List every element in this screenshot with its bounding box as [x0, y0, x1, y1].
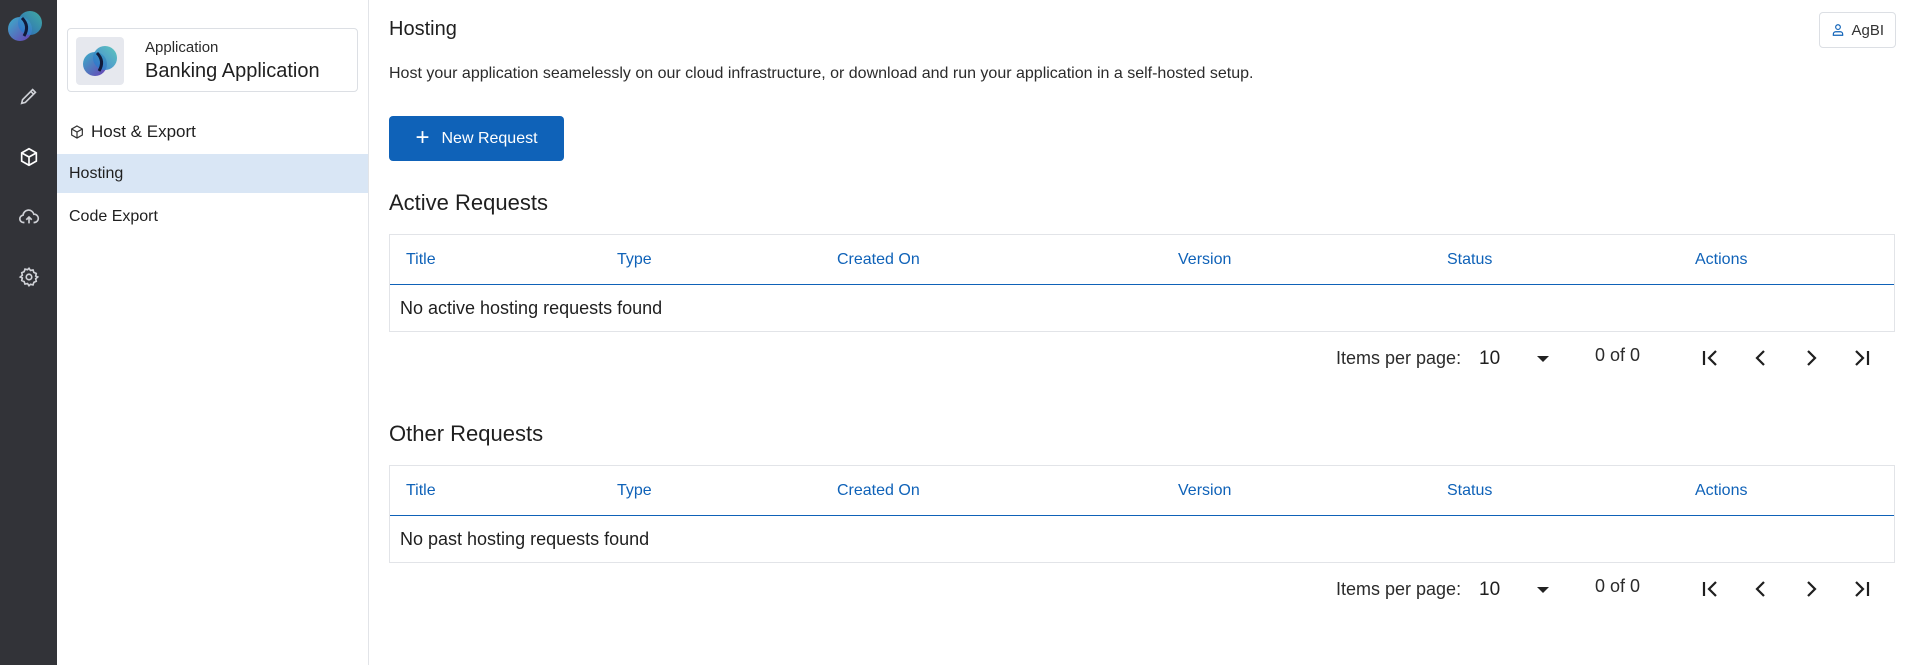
other-paginator: Items per page: 10 0 of 0: [389, 569, 1895, 609]
empty-message: No active hosting requests found: [400, 297, 663, 318]
column-created-on[interactable]: Created On: [837, 251, 920, 269]
new-request-button[interactable]: + New Request: [389, 116, 564, 161]
column-title[interactable]: Title: [406, 251, 436, 269]
section-label: Host & Export: [91, 122, 196, 141]
plus-icon: +: [415, 123, 430, 151]
other-requests-title: Other Requests: [389, 421, 544, 446]
next-page-icon[interactable]: [1791, 338, 1831, 378]
items-per-page-label: Items per page:: [1336, 348, 1462, 368]
column-type[interactable]: Type: [617, 482, 652, 500]
app-card[interactable]: Application Banking Application: [67, 28, 358, 92]
side-panel: Application Banking Application Host & E…: [57, 0, 369, 665]
previous-page-icon[interactable]: [1741, 338, 1781, 378]
section-host-export: Host & Export: [69, 122, 196, 142]
first-page-icon[interactable]: [1691, 338, 1731, 378]
column-type[interactable]: Type: [617, 251, 652, 269]
table-header: Title Type Created On Version Status Act…: [390, 235, 1894, 285]
cloud-upload-icon[interactable]: [9, 197, 49, 237]
items-per-page-select[interactable]: 10: [1479, 573, 1559, 605]
page-range: 0 of 0: [1595, 345, 1641, 365]
user-menu-button[interactable]: AgBI: [1819, 12, 1896, 48]
last-page-icon[interactable]: [1841, 338, 1881, 378]
column-status[interactable]: Status: [1447, 251, 1492, 269]
column-title[interactable]: Title: [406, 482, 436, 500]
user-name: AgBI: [1851, 21, 1884, 39]
page-range: 0 of 0: [1595, 576, 1641, 596]
column-created-on[interactable]: Created On: [837, 482, 920, 500]
page-title: Hosting: [389, 18, 457, 40]
column-actions[interactable]: Actions: [1695, 482, 1747, 500]
table-header: Title Type Created On Version Status Act…: [390, 466, 1894, 516]
sidebar-item-label: Hosting: [69, 164, 124, 182]
cube-icon: [71, 125, 83, 139]
gear-icon[interactable]: [9, 257, 49, 297]
items-per-page-value: 10: [1479, 579, 1501, 600]
items-per-page-label: Items per page:: [1336, 579, 1462, 599]
new-request-label: New Request: [441, 129, 538, 147]
previous-page-icon[interactable]: [1741, 569, 1781, 609]
active-requests-title: Active Requests: [389, 190, 548, 215]
active-paginator: Items per page: 10 0 of 0: [389, 338, 1895, 378]
column-actions[interactable]: Actions: [1695, 251, 1747, 269]
other-requests-table: Title Type Created On Version Status Act…: [389, 465, 1895, 563]
next-page-icon[interactable]: [1791, 569, 1831, 609]
sidebar-item-label: Code Export: [69, 207, 158, 225]
column-version[interactable]: Version: [1178, 482, 1231, 500]
cube-icon[interactable]: [9, 137, 49, 177]
caret-down-icon: [1537, 356, 1549, 362]
icon-rail: [0, 0, 57, 665]
last-page-icon[interactable]: [1841, 569, 1881, 609]
pencil-icon[interactable]: [9, 76, 49, 116]
sidebar-item-hosting[interactable]: Hosting: [57, 154, 368, 193]
page-description: Host your application seamelessly on our…: [389, 65, 1254, 82]
app-kicker: Application: [145, 39, 219, 56]
items-per-page-select[interactable]: 10: [1479, 342, 1559, 374]
items-per-page-value: 10: [1479, 348, 1501, 369]
user-icon: [1833, 24, 1844, 36]
app-logo-icon: [76, 37, 124, 85]
caret-down-icon: [1537, 587, 1549, 593]
app-logo-icon[interactable]: [5, 6, 45, 46]
app-name: Banking Application: [145, 60, 320, 82]
sidebar-item-code-export[interactable]: Code Export: [57, 197, 368, 236]
empty-message: No past hosting requests found: [400, 528, 650, 549]
main-content: Hosting AgBI Host your application seame…: [389, 0, 1896, 665]
column-version[interactable]: Version: [1178, 251, 1231, 269]
column-status[interactable]: Status: [1447, 482, 1492, 500]
first-page-icon[interactable]: [1691, 569, 1731, 609]
active-requests-table: Title Type Created On Version Status Act…: [389, 234, 1895, 332]
